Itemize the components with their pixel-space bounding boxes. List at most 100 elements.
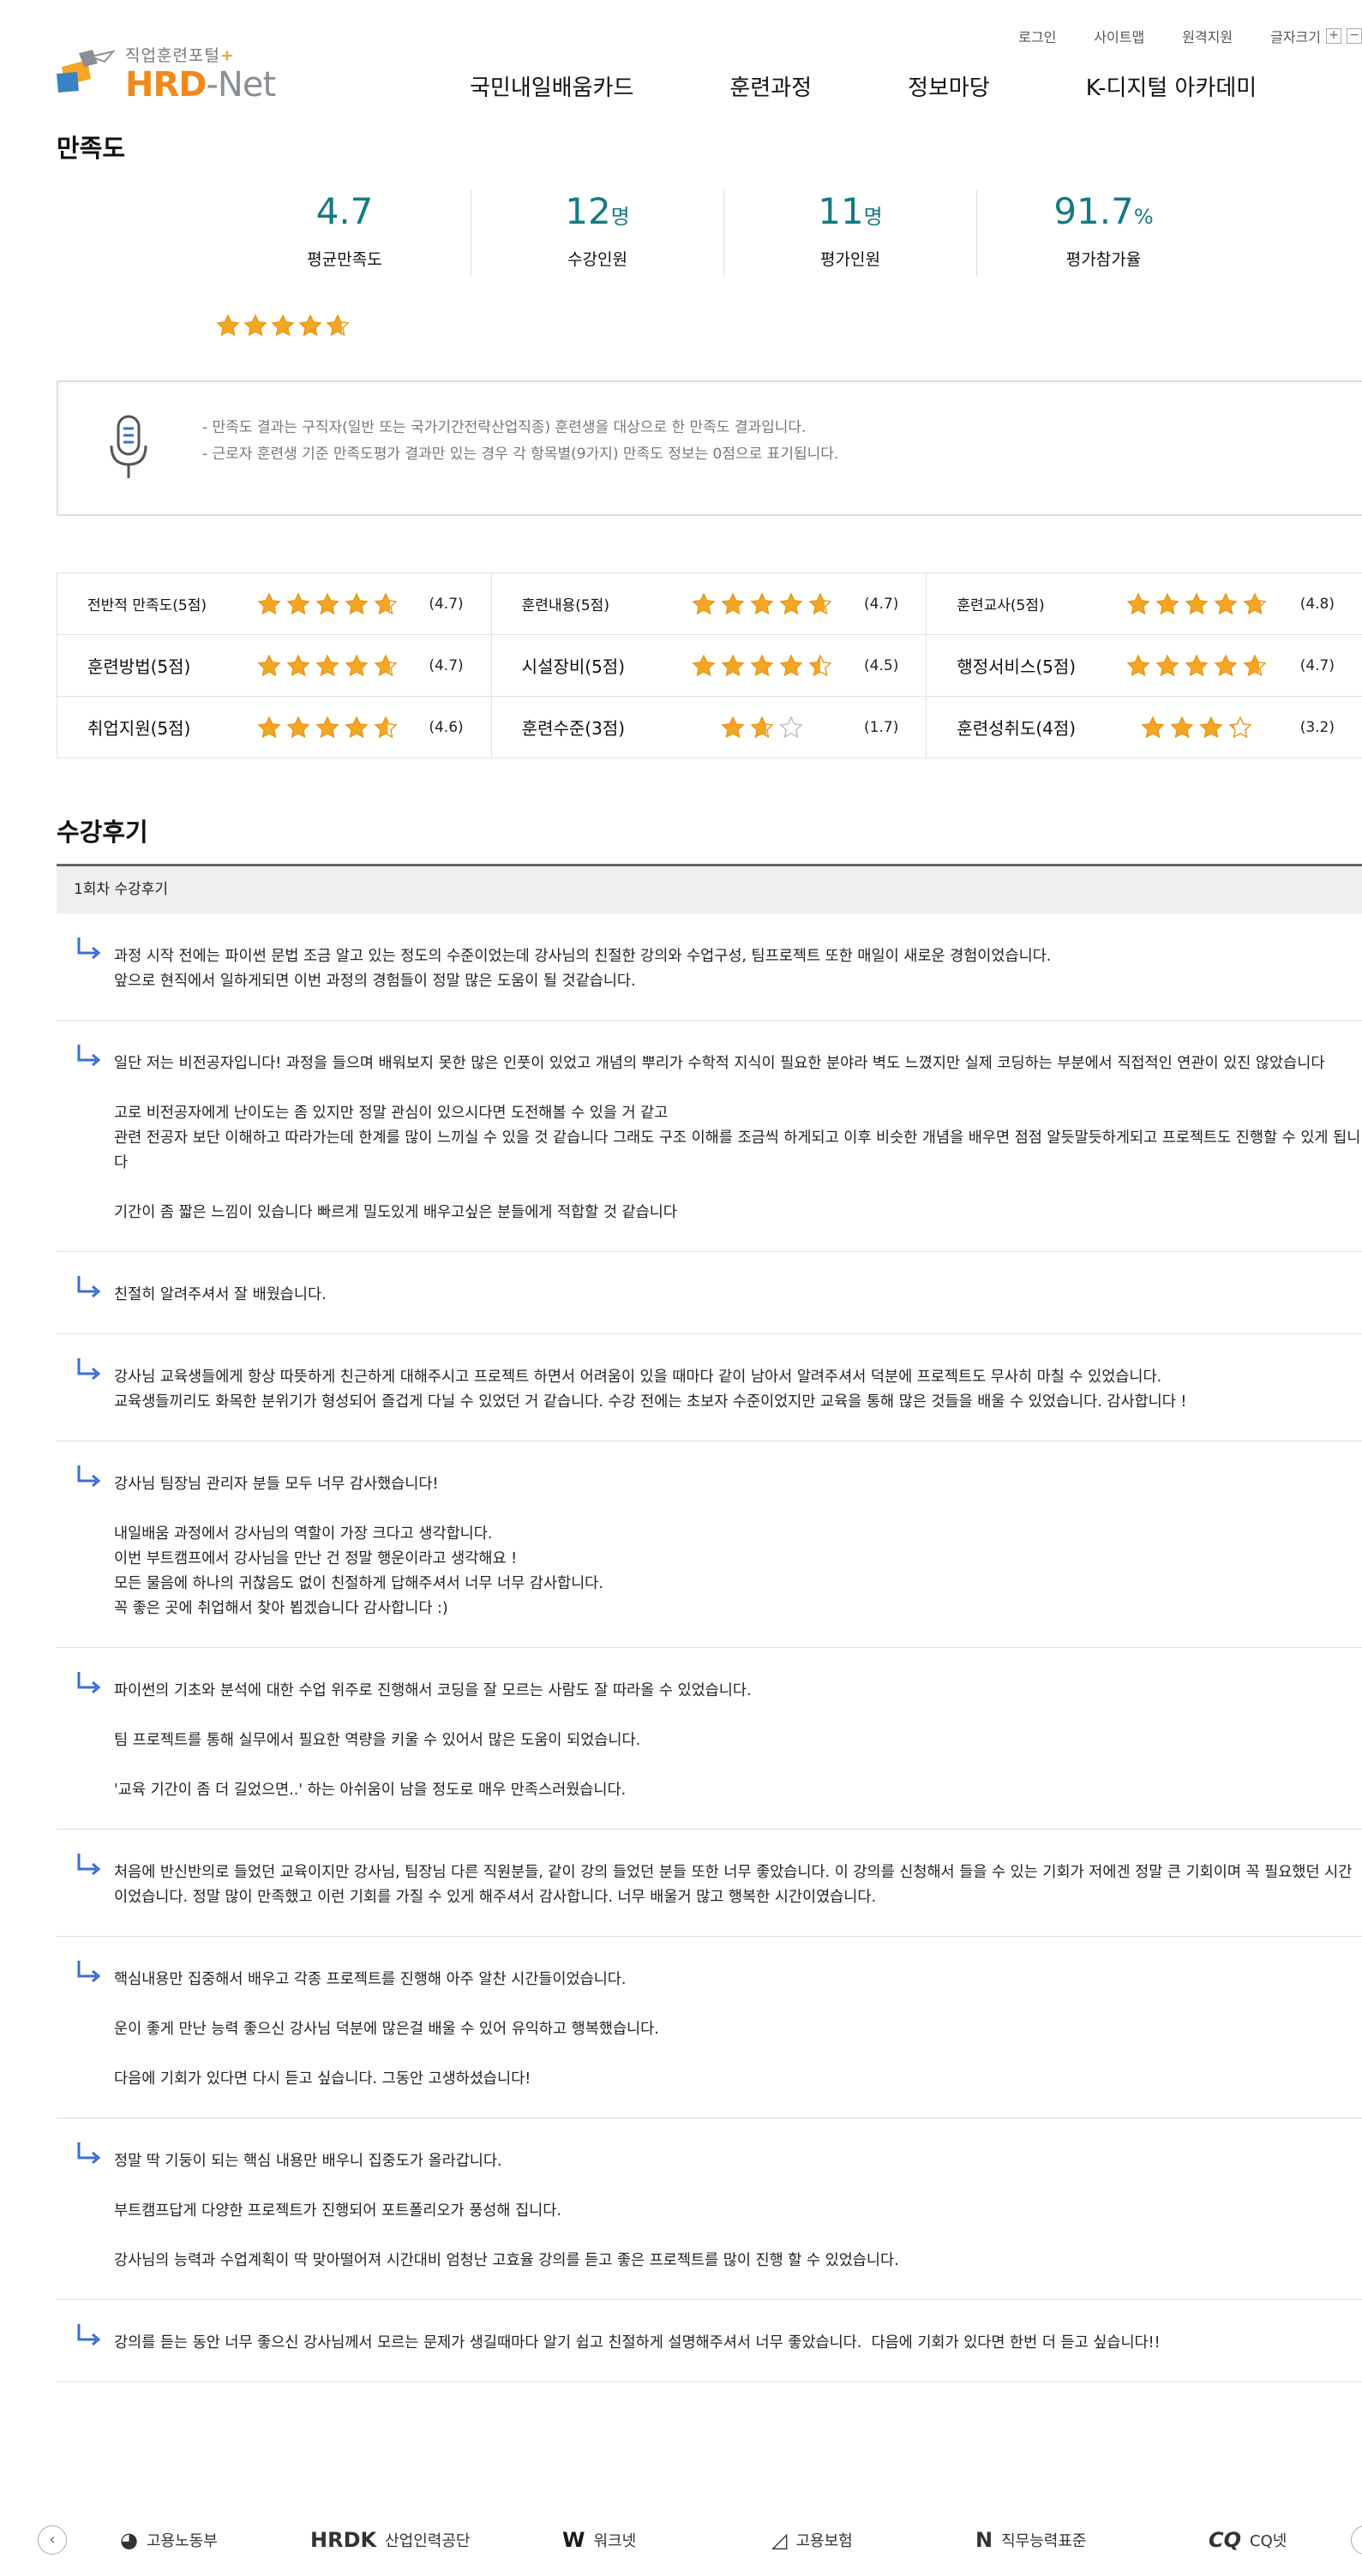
- review-text: 강사님 교육생들에게 항상 따뜻하게 친근하게 대해주시고 프로젝트 하면서 어…: [114, 1369, 1187, 1411]
- reviews-title: 수강후기: [57, 818, 148, 847]
- stat-label: 평가참가율: [1065, 250, 1142, 269]
- item-score: (4.8): [1299, 595, 1335, 613]
- logo-subtitle: 직업훈련포털: [125, 46, 220, 65]
- font-increase-button[interactable]: +: [1326, 28, 1341, 44]
- review-item: 정말 딱 기둥이 되는 핵심 내용만 배우니 집중도가 올라갑니다. 부트캠프답…: [57, 2118, 1362, 2300]
- logo-sub-mark: +: [219, 46, 235, 65]
- stat-unit: 명: [863, 205, 883, 229]
- org-link-hrdk[interactable]: HRDK 산업인력공단: [310, 2528, 470, 2552]
- review-text: 과정 시작 전에는 파이썬 문법 조금 알고 있는 정도의 수준이었는데 강사님…: [114, 948, 1052, 990]
- item-label: 훈련성취도(4점): [957, 718, 1077, 739]
- login-link[interactable]: 로그인: [999, 26, 1075, 46]
- nav-item-training-courses[interactable]: 훈련과정: [729, 70, 812, 102]
- star-full-icon: [286, 653, 310, 676]
- star-full-icon: [1170, 715, 1194, 738]
- star-full-icon: [243, 314, 267, 337]
- review-item: 일단 저는 비전공자입니다! 과정을 들으며 배워보지 못한 많은 인풋이 있었…: [57, 1021, 1362, 1252]
- org-link-cq[interactable]: CQ CQ넷: [1209, 2528, 1287, 2552]
- review-item: 강사님 팀장님 관리자 분들 모두 너무 감사했습니다! 내일배움 과정에서 강…: [57, 1441, 1362, 1648]
- item-label: 행정서비스(5점): [957, 656, 1077, 677]
- nav-item-info[interactable]: 정보마당: [908, 70, 990, 102]
- item-label: 훈련교사(5점): [957, 597, 1045, 614]
- notice-line: - 근로자 훈련생 기준 만족도평가 결과만 있는 경우 각 항목별(9가지) …: [202, 446, 839, 463]
- grid-cell: 취업지원(5점) (4.6): [57, 697, 492, 758]
- org-link-moel[interactable]: ◕ 고용노동부: [120, 2528, 218, 2552]
- review-text: 처음에 반신반의로 들었던 교육이지만 강사님, 팀장님 다른 직원분들, 같이…: [114, 1864, 1353, 1906]
- grid-row: 전반적 만족도(5점) (4.7) 훈련내용(5점) (4.7) 훈련교사(5점) (…: [57, 573, 1362, 635]
- review-item: 처음에 반신반의로 들었던 교육이지만 강사님, 팀장님 다른 직원분들, 같이…: [57, 1830, 1362, 1937]
- notice-box: - 만족도 결과는 구직자(일반 또는 국가기간전략산업직종) 훈련생을 대상으…: [57, 380, 1362, 516]
- review-round-tab[interactable]: 1회차 수강후기: [57, 864, 1362, 914]
- star-full-icon: [779, 591, 803, 614]
- item-label: 훈련내용(5점): [521, 597, 609, 614]
- org-link-worknet[interactable]: W 워크넷: [562, 2528, 636, 2552]
- hrd-net-logo[interactable]: 직업훈련포털+ HRD-Net: [53, 41, 285, 105]
- org-link-ncs[interactable]: N 직무능력표준: [975, 2528, 1086, 2552]
- ncs-logo-icon: N: [975, 2528, 993, 2552]
- stat-label: 평가인원: [820, 250, 880, 269]
- star-full-icon: [286, 715, 310, 738]
- stat-value: 12: [565, 190, 611, 232]
- star-full-icon: [1126, 591, 1150, 614]
- star-full-icon: [1214, 591, 1238, 614]
- star-full-icon: [345, 653, 369, 676]
- stat-average: 4.7 평균만족도: [219, 190, 471, 276]
- next-button[interactable]: ›: [1351, 2525, 1362, 2555]
- nav-item-k-digital[interactable]: K-디지털 아카데미: [1086, 70, 1257, 102]
- review-text: 강의를 듣는 동안 너무 좋으신 강사님께서 모르는 문제가 생길때마다 알기 …: [114, 2334, 1161, 2351]
- main-nav: 국민내일배움카드 훈련과정 정보마당 K-디지털 아카데미: [470, 70, 1353, 102]
- star-partial-icon: [808, 591, 832, 614]
- item-score: (4.7): [864, 595, 899, 613]
- utility-menu: 로그인 사이트맵 원격지원 글자크기 + −: [999, 26, 1362, 46]
- item-label: 훈련방법(5점): [87, 656, 191, 677]
- item-label: 취업지원(5점): [87, 718, 191, 739]
- org-name: 고용보험: [795, 2532, 853, 2550]
- stat-evaluators: 11명 평가인원: [724, 190, 977, 276]
- sitemap-link[interactable]: 사이트맵: [1075, 26, 1163, 46]
- reply-arrow-icon: [77, 1465, 101, 1488]
- star-full-icon: [286, 591, 310, 614]
- item-score: (1.7): [864, 718, 899, 736]
- star-full-icon: [315, 591, 339, 614]
- logo-hrd: HRD: [125, 65, 207, 105]
- star-full-icon: [257, 715, 281, 738]
- microphone-icon: [110, 415, 147, 478]
- star-partial-icon: [1243, 591, 1267, 614]
- review-item: 친절히 알려주셔서 잘 배웠습니다.: [57, 1252, 1362, 1334]
- reply-arrow-icon: [77, 1961, 101, 1983]
- font-size-control: 글자크기 + −: [1251, 26, 1362, 46]
- item-label: 전반적 만족도(5점): [87, 597, 207, 614]
- star-full-icon: [1126, 653, 1150, 676]
- font-size-label: 글자크기: [1270, 29, 1321, 45]
- item-stars: [668, 591, 856, 616]
- star-partial-icon: [750, 715, 774, 738]
- grid-cell: 훈련성취도(4점) (3.2): [927, 697, 1362, 758]
- font-decrease-button[interactable]: −: [1347, 28, 1362, 44]
- star-full-icon: [692, 653, 716, 676]
- prev-button[interactable]: ‹: [38, 2525, 67, 2555]
- grid-cell: 행정서비스(5점) (4.7): [927, 635, 1362, 696]
- item-stars: [233, 591, 422, 616]
- grid-cell: 훈련수준(3점) (1.7): [492, 697, 927, 758]
- item-score: (4.7): [429, 656, 464, 674]
- star-full-icon: [315, 715, 339, 738]
- item-stars: [233, 653, 422, 678]
- hrdk-logo-icon: HRDK: [310, 2528, 377, 2552]
- item-score: (4.5): [864, 656, 899, 674]
- reply-arrow-icon: [77, 1672, 101, 1694]
- nav-item-learning-card[interactable]: 국민내일배움카드: [470, 70, 633, 102]
- review-text: 친절히 알려주셔서 잘 배웠습니다.: [114, 1286, 327, 1303]
- star-full-icon: [750, 591, 774, 614]
- item-stars: [233, 715, 422, 740]
- org-link-ei[interactable]: ◿ 고용보험: [771, 2528, 853, 2552]
- star-empty-icon: [779, 715, 803, 738]
- stat-value: 4.7: [315, 190, 374, 232]
- item-stars: [1102, 653, 1291, 678]
- reply-arrow-icon: [77, 1358, 101, 1381]
- reply-arrow-icon: [77, 2142, 101, 2165]
- grid-cell: 전반적 만족도(5점) (4.7): [57, 573, 492, 634]
- remote-support-link[interactable]: 원격지원: [1163, 26, 1251, 46]
- org-name: 워크넷: [593, 2532, 637, 2550]
- org-name: 고용노동부: [146, 2532, 218, 2550]
- worknet-logo-icon: W: [562, 2528, 585, 2552]
